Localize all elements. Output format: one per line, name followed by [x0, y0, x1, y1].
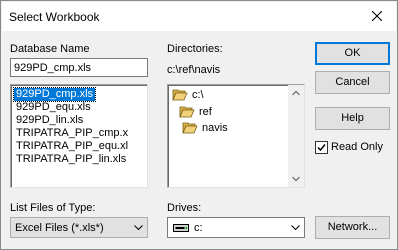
folder-open-icon — [172, 89, 188, 101]
scroll-up-button[interactable] — [288, 85, 304, 101]
file-list[interactable]: 929PD_cmp.xls 929PD_equ.xls 929PD_lin.xl… — [10, 84, 148, 188]
cancel-button-label: Cancel — [335, 76, 370, 88]
drives-value: c: — [194, 222, 203, 234]
close-button[interactable] — [364, 4, 390, 28]
drives-select[interactable]: c: — [167, 217, 305, 238]
list-item[interactable]: 929PD_lin.xls — [14, 114, 85, 127]
read-only-label: Read Only — [331, 141, 383, 153]
list-item[interactable]: TRIPATRA_PIP_equ.xl — [14, 140, 130, 153]
folder-open-icon — [179, 106, 195, 118]
select-workbook-dialog: Select Workbook Database Name 929PD_cmp.… — [0, 0, 398, 250]
dir-item-label: c:\ — [192, 89, 204, 101]
folder-open-icon — [182, 122, 198, 134]
checkmark-icon — [317, 144, 326, 152]
list-item[interactable]: TRIPATRA_PIP_cmp.x — [14, 127, 130, 140]
chevron-down-icon — [134, 225, 143, 231]
help-button-label: Help — [341, 112, 364, 124]
directory-tree[interactable]: c:\ ref navis — [167, 84, 305, 188]
database-name-input[interactable]: 929PD_cmp.xls — [10, 58, 148, 77]
directories-label: Directories: — [167, 43, 223, 55]
close-icon — [372, 11, 382, 21]
window-title: Select Workbook — [9, 10, 100, 24]
network-button[interactable]: Network... — [315, 216, 390, 239]
directory-scrollbar[interactable] — [288, 85, 304, 187]
list-item[interactable]: 929PD_equ.xls — [14, 101, 93, 114]
file-type-value: Excel Files (*.xls*) — [15, 222, 104, 234]
help-button[interactable]: Help — [315, 107, 390, 130]
current-path: c:\ref\navis — [167, 64, 221, 76]
title-bar: Select Workbook — [2, 2, 396, 31]
ok-button-label: OK — [344, 47, 361, 59]
chevron-down-icon — [292, 176, 300, 182]
hard-drive-icon — [173, 224, 189, 232]
file-type-select[interactable]: Excel Files (*.xls*) — [10, 217, 148, 238]
ok-button[interactable]: OK — [315, 42, 390, 65]
file-type-label: List Files of Type: — [10, 202, 96, 214]
database-name-value: 929PD_cmp.xls — [14, 62, 92, 74]
read-only-checkbox[interactable]: Read Only — [315, 140, 395, 156]
chevron-down-icon — [291, 225, 300, 231]
read-only-check-box[interactable] — [315, 141, 328, 154]
scroll-down-button[interactable] — [288, 171, 304, 187]
list-item[interactable]: 929PD_cmp.xls — [12, 87, 97, 102]
list-item[interactable]: TRIPATRA_PIP_lin.xls — [14, 153, 128, 166]
dir-item-label: ref — [199, 106, 212, 118]
dir-item-label: navis — [202, 122, 228, 134]
database-name-label: Database Name — [10, 43, 90, 55]
network-button-label: Network... — [327, 221, 378, 233]
drives-label: Drives: — [167, 202, 202, 214]
chevron-up-icon — [292, 90, 300, 96]
cancel-button[interactable]: Cancel — [315, 71, 390, 94]
